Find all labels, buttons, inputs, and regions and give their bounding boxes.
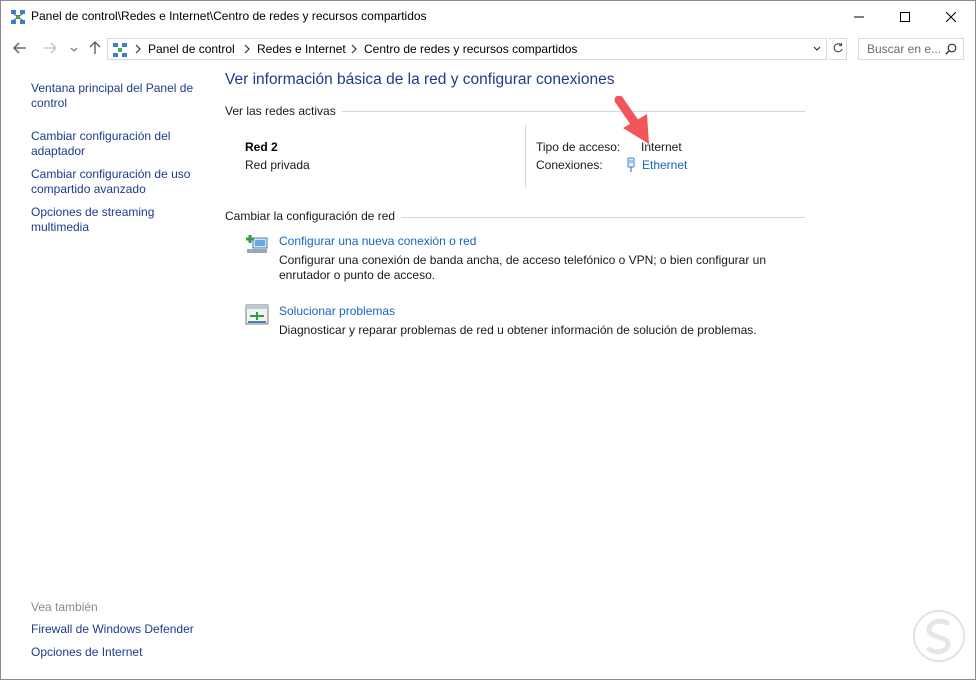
change-settings-heading: Cambiar la configuración de red — [225, 209, 402, 223]
navigation-bar: Panel de control Redes e Internet Centro… — [1, 32, 975, 66]
ethernet-connection-link[interactable]: Ethernet — [642, 158, 687, 172]
maximize-button[interactable] — [882, 1, 928, 32]
breadcrumb-network-internet[interactable]: Redes e Internet — [257, 42, 346, 56]
troubleshoot-description: Diagnosticar y reparar problemas de red … — [279, 323, 757, 337]
main-content: Ver información básica de la red y confi… — [211, 66, 975, 679]
address-dropdown-button[interactable] — [810, 42, 824, 56]
refresh-icon — [832, 42, 844, 57]
back-arrow-icon — [13, 42, 27, 57]
up-button[interactable] — [86, 40, 104, 58]
chevron-right-icon[interactable] — [243, 43, 251, 55]
up-arrow-icon — [89, 40, 101, 58]
back-button[interactable] — [11, 40, 29, 58]
chevron-right-icon[interactable] — [350, 43, 358, 55]
annotation-arrow-icon — [613, 95, 653, 146]
minimize-icon — [854, 12, 864, 22]
title-bar: Panel de control\Redes e Internet\Centro… — [1, 1, 975, 32]
chevron-down-icon — [70, 42, 78, 56]
minimize-button[interactable] — [836, 1, 882, 32]
access-type-label: Tipo de acceso: — [536, 140, 621, 154]
setup-new-connection-link[interactable]: Configurar una nueva conexión o red — [279, 234, 476, 248]
watermark-logo-icon — [912, 609, 966, 663]
sidebar-link-change-adapter-settings[interactable]: Cambiar configuración del adaptador — [31, 129, 201, 159]
address-bar[interactable]: Panel de control Redes e Internet Centro… — [107, 38, 827, 60]
refresh-button[interactable] — [829, 38, 847, 60]
sidebar: Ventana principal del Panel de control C… — [1, 66, 211, 679]
network-category: Red privada — [245, 158, 310, 172]
close-button[interactable] — [928, 1, 974, 32]
search-icon — [945, 43, 957, 55]
search-input[interactable]: Buscar en e... — [858, 38, 964, 60]
maximize-icon — [900, 11, 910, 22]
sidebar-link-advanced-sharing-settings[interactable]: Cambiar configuración de uso compartido … — [31, 167, 201, 197]
sidebar-link-media-streaming-options[interactable]: Opciones de streaming multimedia — [31, 205, 201, 235]
close-icon — [946, 11, 956, 22]
ethernet-icon[interactable] — [625, 157, 637, 173]
setup-new-connection-description: Configurar una conexión de banda ancha, … — [279, 253, 766, 282]
see-also-heading: Vea también — [31, 600, 98, 614]
connections-label: Conexiones: — [536, 158, 603, 172]
window: Panel de control\Redes e Internet\Centro… — [0, 0, 976, 680]
forward-arrow-icon — [43, 42, 57, 57]
breadcrumb-control-panel[interactable]: Panel de control — [148, 42, 235, 56]
new-connection-icon — [245, 234, 269, 256]
search-placeholder: Buscar en e... — [867, 42, 942, 56]
active-networks-heading: Ver las redes activas — [225, 104, 342, 118]
window-title: Panel de control\Redes e Internet\Centro… — [31, 9, 427, 23]
troubleshoot-link[interactable]: Solucionar problemas — [279, 304, 395, 318]
sidebar-link-windows-defender-firewall[interactable]: Firewall de Windows Defender — [31, 622, 201, 637]
page-title: Ver información básica de la red y confi… — [225, 71, 615, 88]
network-center-icon — [10, 9, 26, 25]
network-center-icon — [112, 42, 128, 58]
network-name: Red 2 — [245, 140, 278, 154]
sidebar-link-internet-options[interactable]: Opciones de Internet — [31, 645, 201, 660]
troubleshoot-icon — [245, 304, 269, 326]
forward-button[interactable] — [41, 40, 59, 58]
sidebar-link-control-panel-home[interactable]: Ventana principal del Panel de control — [31, 81, 201, 111]
breadcrumb-network-sharing-center[interactable]: Centro de redes y recursos compartidos — [364, 42, 577, 56]
vertical-divider — [525, 125, 526, 188]
chevron-right-icon[interactable] — [134, 43, 142, 55]
recent-locations-button[interactable] — [65, 40, 83, 58]
